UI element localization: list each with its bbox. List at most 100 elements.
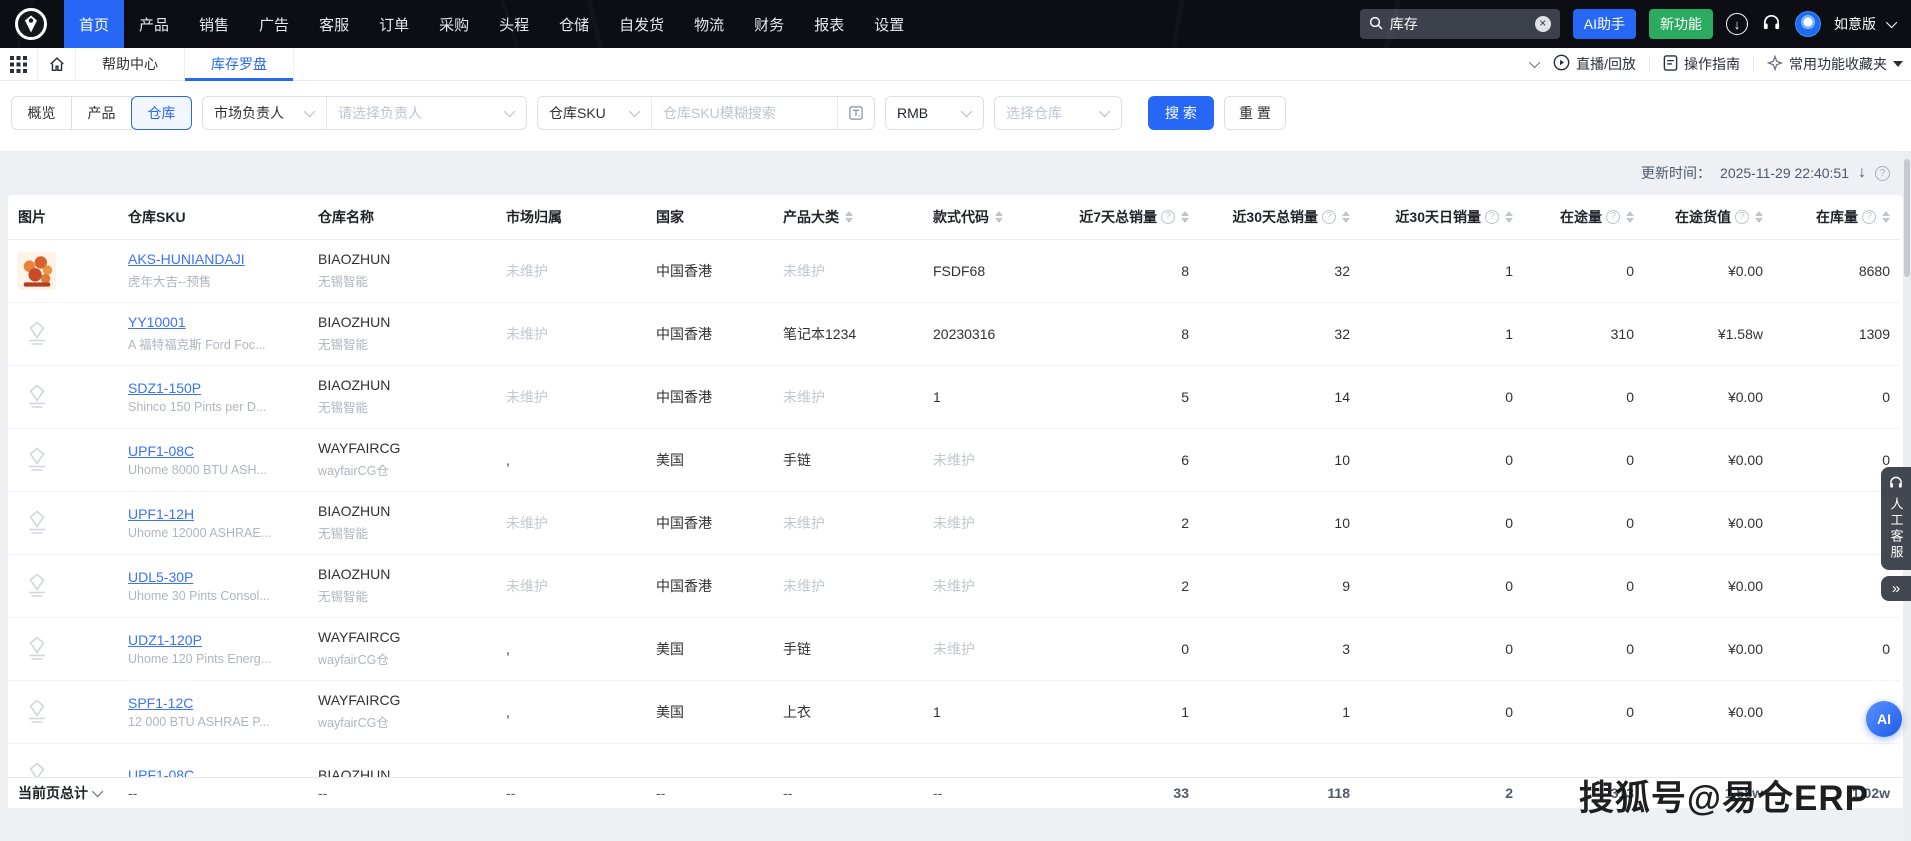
sort-carets-icon[interactable] [1882, 211, 1890, 223]
sku-type-select[interactable]: 仓库SKU [538, 97, 651, 129]
cell-image [8, 554, 118, 617]
search-clear-icon[interactable]: × [1535, 16, 1551, 32]
sku-description: Uhome 12000 ASHRAE... [128, 526, 298, 540]
no-image-thumbnail[interactable] [18, 441, 56, 479]
summary-chevron-icon[interactable] [92, 786, 103, 797]
tab-help-center[interactable]: 帮助中心 [76, 48, 185, 80]
sku-link[interactable]: UDZ1-120P [128, 632, 202, 648]
sku-link[interactable]: AKS-HUNIANDAJI [128, 251, 245, 267]
column-help-icon[interactable]: ? [1862, 210, 1876, 224]
column-help-icon[interactable]: ? [1322, 210, 1336, 224]
operation-guide-link[interactable]: 操作指南 [1663, 54, 1740, 74]
nav-item-service[interactable]: 客服 [304, 0, 364, 48]
batch-input-icon[interactable] [837, 97, 874, 129]
no-image-thumbnail[interactable] [18, 504, 56, 542]
sort-carets-icon[interactable] [995, 211, 1003, 223]
scrollbar-thumb[interactable] [1904, 159, 1910, 277]
sku-description: 12 000 BTU ASHRAE P... [128, 715, 298, 729]
help-icon[interactable]: ? [1875, 166, 1890, 181]
nav-item-first-leg[interactable]: 头程 [484, 0, 544, 48]
live-replay-link[interactable]: 直播/回放 [1553, 54, 1636, 74]
view-tab-overview[interactable]: 概览 [11, 96, 72, 130]
currency-select[interactable]: RMB [885, 96, 984, 130]
nav-item-orders[interactable]: 订单 [364, 0, 424, 48]
search-button[interactable]: 搜 索 [1148, 96, 1214, 130]
apps-grid-icon[interactable] [0, 48, 38, 80]
customer-service-button[interactable]: 人工客服 [1881, 467, 1911, 570]
ai-floating-button[interactable]: AI [1866, 701, 1902, 737]
nav-item-ads[interactable]: 广告 [244, 0, 304, 48]
sku-link[interactable]: UDL5-30P [128, 569, 193, 585]
column-label: 仓库SKU [128, 207, 186, 227]
favorites-menu[interactable]: 常用功能收藏夹 [1767, 54, 1903, 74]
no-image-thumbnail[interactable] [18, 630, 56, 668]
nav-item-reports[interactable]: 报表 [799, 0, 859, 48]
nav-item-sales[interactable]: 销售 [184, 0, 244, 48]
cell-30d-sales: 9 [1199, 554, 1360, 617]
chevron-down-icon [629, 106, 640, 117]
headset-icon[interactable] [1761, 12, 1782, 36]
sku-link[interactable]: YY10001 [128, 314, 186, 330]
summary-value: -- [118, 778, 308, 808]
column-help-icon[interactable]: ? [1735, 210, 1749, 224]
view-tab-warehouse[interactable]: 仓库 [131, 96, 192, 130]
sort-carets-icon[interactable] [1342, 211, 1350, 223]
new-feature-button[interactable]: 新功能 [1649, 9, 1713, 39]
home-icon[interactable] [38, 48, 76, 80]
cell-category-value: 笔记本1234 [783, 326, 856, 342]
sort-carets-icon[interactable] [1755, 211, 1763, 223]
column-help-icon[interactable]: ? [1485, 210, 1499, 224]
sku-link[interactable]: UPF1-08C [128, 443, 194, 459]
cell-30d-daily-sales: 0 [1360, 365, 1523, 428]
product-thumbnail[interactable] [18, 252, 56, 290]
cell-market: 未维护 [496, 239, 646, 302]
owner-select[interactable]: 请选择负责人 [326, 97, 526, 129]
nav-item-purchase[interactable]: 采购 [424, 0, 484, 48]
global-search-input[interactable]: 库存 × [1360, 9, 1560, 39]
nav-item-warehouse[interactable]: 仓储 [544, 0, 604, 48]
tab-inventory-compass[interactable]: 库存罗盘 [185, 48, 294, 80]
warehouse-select[interactable]: 选择仓库 [994, 96, 1122, 130]
cell-in-transit: 0 [1523, 365, 1644, 428]
download-arrow-icon[interactable]: ↓ [1858, 164, 1866, 182]
nav-item-settings[interactable]: 设置 [859, 0, 919, 48]
sort-carets-icon[interactable] [1181, 211, 1189, 223]
nav-item-home[interactable]: 首页 [64, 0, 124, 48]
nav-item-finance[interactable]: 财务 [739, 0, 799, 48]
app-logo-icon[interactable] [14, 7, 48, 41]
reset-button[interactable]: 重 置 [1224, 96, 1286, 130]
market-owner-select[interactable]: 市场负责人 [203, 97, 326, 129]
cell-image [8, 428, 118, 491]
avatar[interactable] [1795, 11, 1821, 37]
cell-7d-sales: 0 [1053, 617, 1199, 680]
no-image-thumbnail[interactable] [18, 693, 56, 731]
sku-search-input[interactable] [651, 97, 837, 129]
sku-link[interactable]: SDZ1-150P [128, 380, 201, 396]
download-icon[interactable]: ↓ [1726, 13, 1748, 35]
column-label: 近30天日销量 [1395, 207, 1481, 227]
cell-country-value: 中国香港 [656, 326, 712, 342]
cell-30d-daily-sales: 1 [1360, 302, 1523, 365]
sort-carets-icon[interactable] [845, 211, 853, 223]
cell-market: 未维护 [496, 365, 646, 428]
sort-carets-icon[interactable] [1626, 211, 1634, 223]
column-help-icon[interactable]: ? [1606, 210, 1620, 224]
nav-item-self-delivery[interactable]: 自发货 [604, 0, 679, 48]
tabs-collapse-chevron-icon[interactable] [1529, 57, 1540, 68]
sku-link[interactable]: SPF1-12C [128, 695, 193, 711]
nav-item-products[interactable]: 产品 [124, 0, 184, 48]
sort-carets-icon[interactable] [1505, 211, 1513, 223]
column-help-icon[interactable]: ? [1161, 210, 1175, 224]
account-chevron-down-icon[interactable] [1886, 17, 1897, 28]
no-image-thumbnail[interactable] [18, 315, 56, 353]
ai-assistant-button[interactable]: AI助手 [1573, 9, 1636, 39]
sku-link[interactable]: UPF1-12H [128, 506, 194, 522]
no-image-thumbnail[interactable] [18, 567, 56, 605]
column-label: 产品大类 [783, 207, 839, 227]
no-image-thumbnail[interactable] [18, 378, 56, 416]
nav-item-logistics[interactable]: 物流 [679, 0, 739, 48]
cell-style-code: 未维护 [923, 617, 1053, 680]
view-tab-product[interactable]: 产品 [71, 96, 132, 130]
warehouse-name: wayfairCG仓 [318, 460, 486, 479]
collapse-button[interactable]: » [1881, 576, 1911, 601]
